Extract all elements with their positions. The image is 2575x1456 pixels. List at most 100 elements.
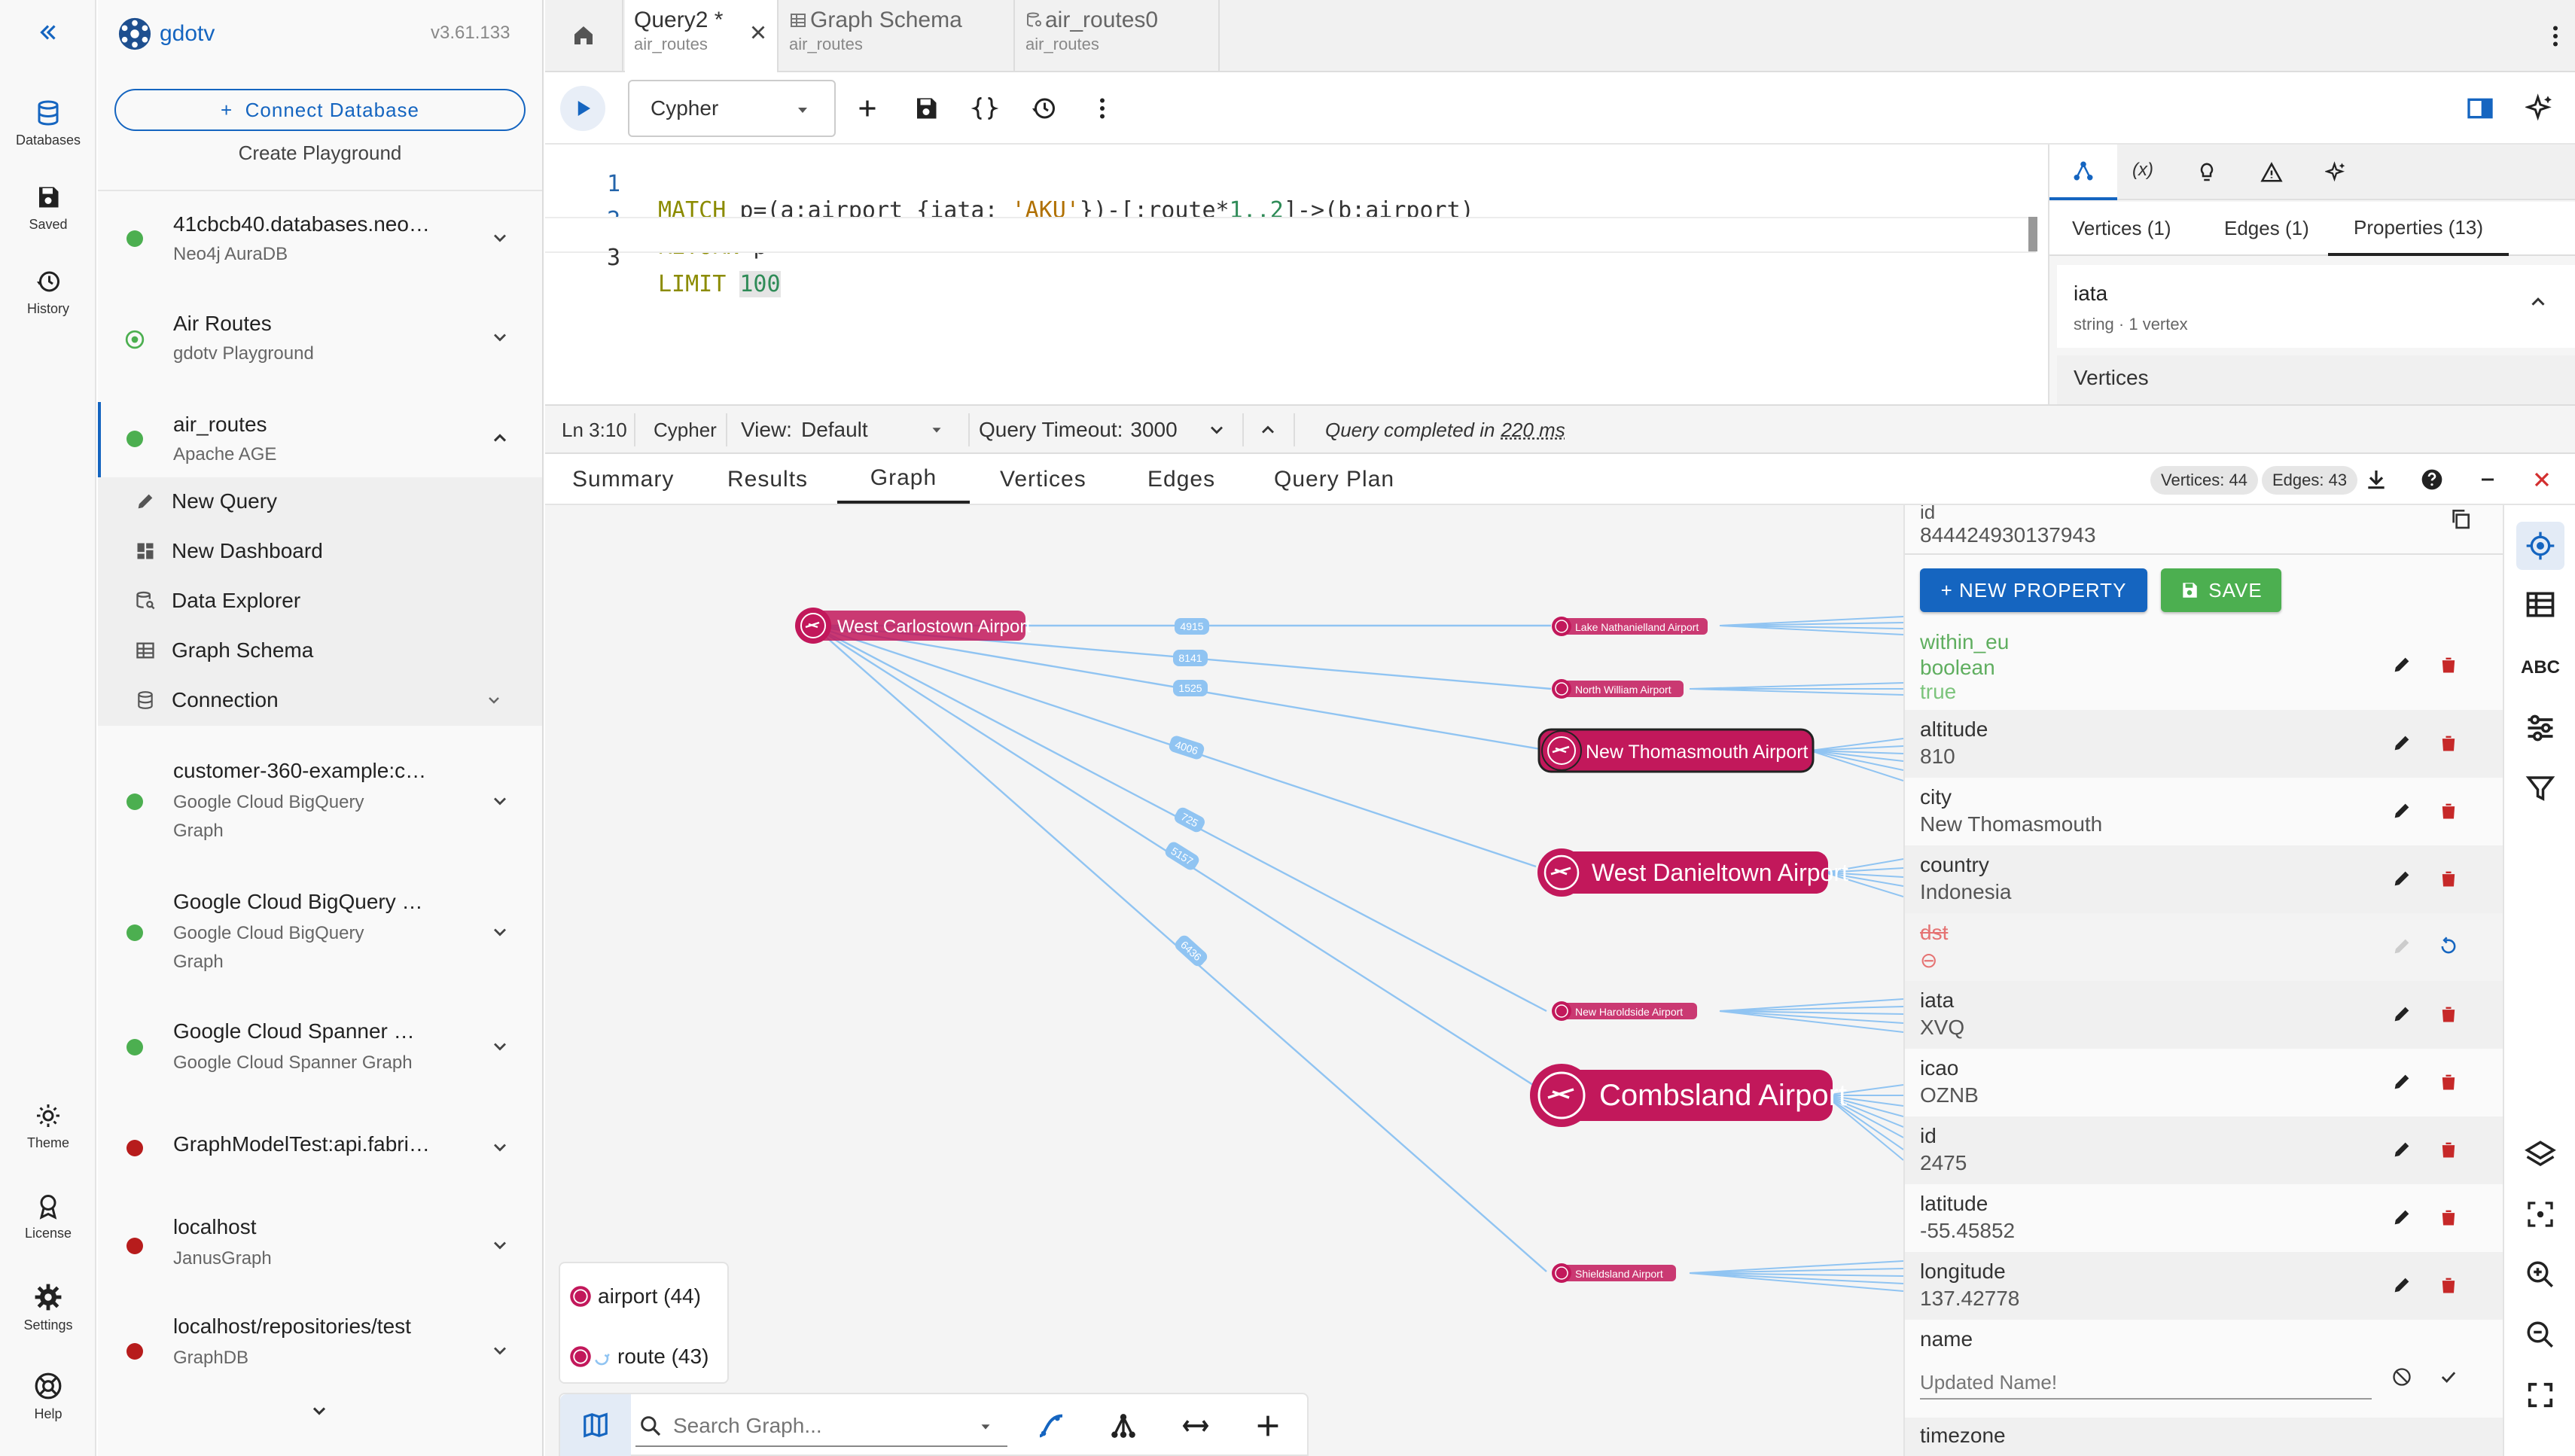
data-explorer-item[interactable]: Data Explorer — [98, 577, 542, 625]
lightbulb-icon[interactable] — [2196, 161, 2218, 184]
fit-screen-button[interactable] — [2521, 1195, 2560, 1234]
ai-sparkle-icon[interactable] — [2325, 161, 2348, 184]
edit-pencil-icon[interactable] — [2391, 654, 2412, 675]
help-circle-icon[interactable] — [2420, 468, 2444, 492]
property-row[interactable]: country Indonesia — [1905, 845, 2503, 913]
chevron-up-icon[interactable] — [1257, 419, 1278, 440]
minimize-icon[interactable] — [2476, 468, 2500, 492]
chevron-down-icon[interactable] — [1206, 419, 1227, 440]
fullscreen-button[interactable] — [2521, 1375, 2560, 1415]
warning-icon[interactable] — [2260, 161, 2283, 184]
delete-trash-icon[interactable] — [2438, 1275, 2459, 1296]
connection-item[interactable]: Google Cloud BigQuery … Google Cloud Big… — [98, 876, 542, 982]
tab-query2[interactable]: Query2 * air_routes — [625, 0, 779, 72]
graph-schema-item[interactable]: Graph Schema — [98, 626, 542, 675]
edit-pencil-icon[interactable] — [2391, 1275, 2412, 1296]
collapse-sidebar-button[interactable] — [0, 20, 96, 45]
tab-air-routes0[interactable]: air_routes0 air_routes — [1016, 0, 1220, 72]
horizontal-arrows-icon[interactable] — [1179, 1411, 1212, 1441]
tab-vertices[interactable]: Vertices — [1000, 455, 1086, 504]
edit-pencil-icon[interactable] — [2391, 800, 2412, 821]
connection-item[interactable]: 41cbcb40.databases.neo… Neo4j AuraDB — [98, 203, 542, 286]
history-icon[interactable] — [1030, 95, 1057, 122]
search-input[interactable] — [673, 1411, 959, 1441]
tab-summary[interactable]: Summary — [572, 455, 674, 504]
delete-trash-icon[interactable] — [2438, 800, 2459, 821]
split-panel-icon[interactable] — [2465, 93, 2495, 123]
legend-item-route[interactable]: route (43) — [569, 1334, 709, 1379]
property-row[interactable]: latitude -55.45852 — [1905, 1184, 2503, 1252]
add-icon[interactable] — [1253, 1411, 1283, 1441]
property-item[interactable]: iata string · 1 vertex — [2057, 265, 2575, 348]
new-property-button[interactable]: + NEW PROPERTY — [1920, 568, 2147, 612]
connect-database-button[interactable]: + Connect Database — [114, 89, 526, 131]
more-vertical-icon[interactable] — [1089, 95, 1116, 122]
chevron-down-icon[interactable] — [489, 1036, 510, 1057]
tab-results[interactable]: Results — [727, 455, 808, 504]
chevron-up-icon[interactable] — [489, 428, 510, 449]
download-icon[interactable] — [2364, 468, 2388, 492]
connection-item[interactable]: Air Routes gdotv Playground — [98, 303, 542, 385]
new-query-item[interactable]: New Query — [98, 477, 542, 525]
property-row[interactable]: id 2475 — [1905, 1116, 2503, 1184]
connection-settings-item[interactable]: Connection — [98, 676, 542, 724]
editor-scrollbar[interactable] — [2028, 217, 2037, 251]
delete-trash-icon[interactable] — [2438, 733, 2459, 754]
edit-pencil-icon[interactable] — [2391, 733, 2412, 754]
hierarchy-layout-icon[interactable] — [1108, 1411, 1138, 1441]
tab-edges[interactable]: Edges (1) — [2224, 217, 2309, 240]
edit-pencil-icon[interactable] — [2391, 868, 2412, 889]
table-view-button[interactable] — [2521, 585, 2560, 624]
dropdown-arrow-icon[interactable] — [977, 1418, 994, 1435]
variables-icon[interactable]: (x) — [2132, 160, 2153, 181]
tab-query-plan[interactable]: Query Plan — [1274, 455, 1394, 504]
delete-trash-icon[interactable] — [2438, 654, 2459, 675]
saved-nav-button[interactable]: Saved — [0, 184, 96, 233]
graph-canvas[interactable]: 4915 8141 1525 4006 725 5157 6436 West C… — [545, 505, 1903, 1456]
history-nav-button[interactable]: History — [0, 268, 96, 317]
graph-schema-tab[interactable] — [2049, 145, 2117, 200]
copy-icon[interactable] — [2449, 507, 2473, 531]
license-button[interactable]: License — [0, 1193, 96, 1241]
restore-icon[interactable] — [2438, 936, 2459, 957]
theme-button[interactable]: Theme — [0, 1102, 96, 1151]
create-playground-link[interactable]: Create Playground — [98, 142, 542, 165]
property-row[interactable]: altitude 810 — [1905, 710, 2503, 778]
property-row-editing[interactable]: name — [1905, 1320, 2503, 1410]
databases-nav-button[interactable]: Databases — [0, 99, 96, 148]
view-select[interactable]: View: Default — [741, 406, 945, 454]
zoom-in-button[interactable] — [2521, 1255, 2560, 1294]
chevron-down-icon[interactable] — [489, 790, 510, 812]
connection-item[interactable]: GraphModelTest:api.fabri… — [98, 1122, 542, 1174]
settings-button[interactable]: Settings — [0, 1283, 96, 1333]
property-row-new[interactable]: within_eu boolean true — [1905, 626, 2503, 710]
property-row[interactable]: iata XVQ — [1905, 981, 2503, 1049]
layers-button[interactable] — [2521, 1135, 2560, 1174]
save-icon[interactable] — [913, 95, 940, 122]
search-graph-field[interactable] — [635, 1405, 1007, 1447]
help-button[interactable]: Help — [0, 1372, 96, 1422]
delete-trash-icon[interactable] — [2438, 1071, 2459, 1092]
path-curve-icon[interactable] — [1036, 1411, 1066, 1441]
property-row[interactable]: timezone — [1905, 1418, 2503, 1456]
legend-item-airport[interactable]: airport (44) — [569, 1274, 701, 1319]
property-row[interactable]: city New Thomasmouth — [1905, 778, 2503, 845]
edit-pencil-icon[interactable] — [2391, 1004, 2412, 1025]
edit-pencil-icon[interactable] — [2391, 1139, 2412, 1160]
run-query-button[interactable] — [560, 86, 605, 131]
connection-item[interactable]: localhost JanusGraph — [98, 1205, 542, 1287]
chevron-down-icon[interactable] — [489, 1340, 510, 1361]
connection-item[interactable]: localhost/repositories/test GraphDB — [98, 1304, 542, 1387]
chevron-down-icon[interactable] — [485, 691, 503, 709]
chevron-up-icon[interactable] — [2527, 291, 2549, 313]
styles-button[interactable] — [2521, 708, 2560, 748]
home-tab[interactable] — [545, 0, 623, 71]
chevron-down-icon[interactable] — [489, 1137, 510, 1158]
delete-trash-icon[interactable] — [2438, 1004, 2459, 1025]
chevron-down-icon[interactable] — [489, 227, 510, 248]
focus-target-button[interactable] — [2516, 522, 2564, 570]
property-row-deleted[interactable]: dst ⊖ — [1905, 913, 2503, 981]
property-value-input[interactable] — [1920, 1366, 2372, 1400]
map-view-button[interactable] — [560, 1394, 631, 1456]
save-button[interactable]: SAVE — [2161, 568, 2281, 612]
